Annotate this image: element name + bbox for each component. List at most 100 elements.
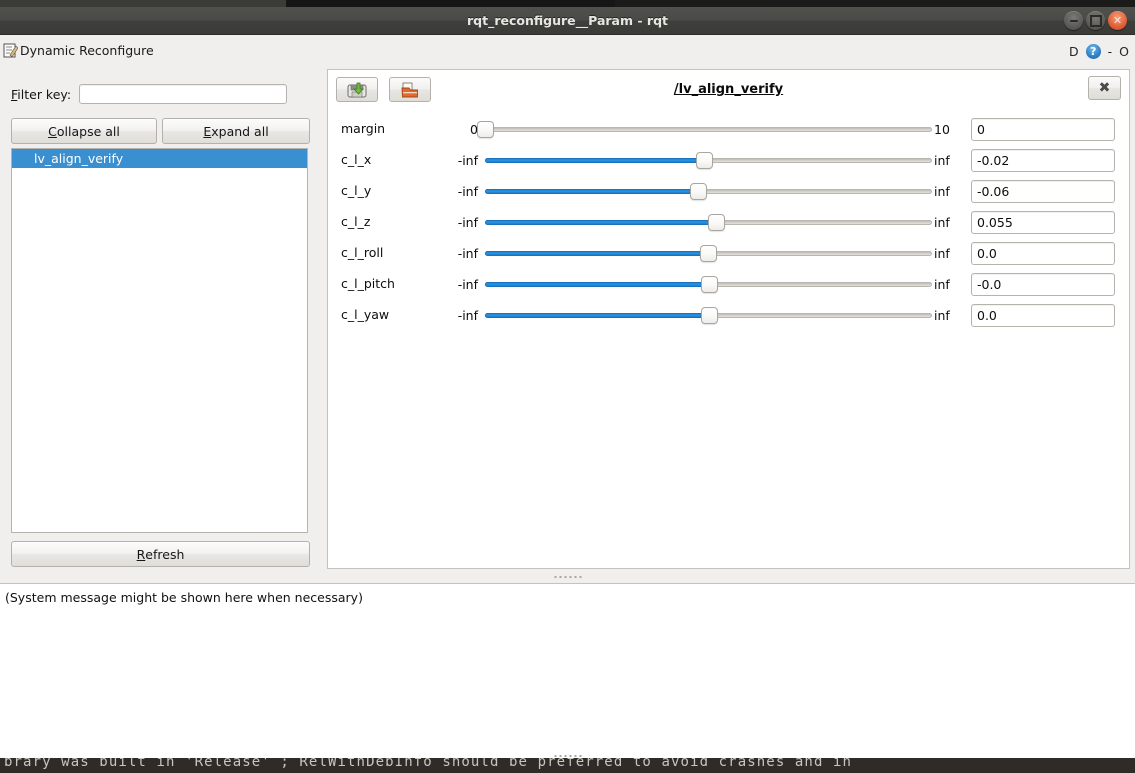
- expand-all-button[interactable]: Expand all: [162, 118, 310, 144]
- parameter-row: margin 0 10 0: [328, 114, 1129, 145]
- slider-handle[interactable]: [690, 183, 708, 200]
- parameter-name-label: c_l_x: [341, 152, 372, 167]
- widget-title-group: Dynamic Reconfigure: [3, 43, 154, 58]
- slider-handle[interactable]: [708, 214, 726, 231]
- status-area: (System message might be shown here when…: [0, 583, 1135, 766]
- parameter-name-label: c_l_pitch: [341, 276, 395, 291]
- status-message: (System message might be shown here when…: [5, 590, 363, 605]
- parameter-min-label: -inf: [457, 308, 478, 323]
- slider-handle[interactable]: [477, 121, 495, 138]
- tree-item-lv-align-verify[interactable]: lv_align_verify: [12, 149, 307, 168]
- parameter-slider[interactable]: [485, 145, 932, 176]
- close-button[interactable]: ✕: [1108, 11, 1127, 30]
- window-titlebar[interactable]: rqt_reconfigure__Param - rqt ✕: [0, 7, 1135, 35]
- parameter-max-label: inf: [934, 215, 950, 230]
- slider-handle[interactable]: [700, 307, 718, 324]
- parameter-value-input[interactable]: 0.055: [971, 211, 1115, 234]
- maximize-button[interactable]: [1086, 11, 1105, 30]
- minimize-button[interactable]: [1064, 11, 1083, 30]
- slider-fill: [485, 220, 717, 225]
- screen: rqt_reconfigure__Param - rqt ✕ Dynamic R…: [0, 0, 1135, 773]
- parameter-min-label: -inf: [457, 153, 478, 168]
- parameter-value-input[interactable]: -0.06: [971, 180, 1115, 203]
- panel-splitter[interactable]: [0, 572, 1135, 583]
- parameter-min-label: -inf: [457, 215, 478, 230]
- node-tree-list[interactable]: lv_align_verify: [11, 148, 308, 533]
- tree-action-buttons: Collapse all Expand all: [11, 118, 310, 144]
- slider-fill: [485, 189, 699, 194]
- parameter-name-label: margin: [341, 121, 386, 136]
- parameter-max-label: 10: [934, 122, 950, 137]
- filter-key-label: Filter key:: [11, 86, 72, 102]
- sidebar-panel: Filter key: Collapse all Expand all lv_a…: [4, 69, 317, 569]
- parameter-min-label: 0: [470, 122, 478, 137]
- application-window: rqt_reconfigure__Param - rqt ✕ Dynamic R…: [0, 7, 1135, 766]
- parameter-name-label: c_l_roll: [341, 245, 384, 260]
- window-controls: ✕: [1064, 11, 1127, 30]
- pencil-icon: [3, 43, 19, 58]
- maximize-icon: [1086, 11, 1105, 30]
- parameter-value-input[interactable]: 0.0: [971, 242, 1115, 265]
- slider-fill: [485, 251, 709, 256]
- widget-minimize-button[interactable]: -: [1108, 44, 1113, 59]
- parameter-row: c_l_y -inf inf -0.06: [328, 176, 1129, 207]
- parameter-row: c_l_yaw -inf inf 0.0: [328, 300, 1129, 331]
- widget-close-button[interactable]: O: [1119, 44, 1129, 59]
- minimize-icon: [1064, 11, 1083, 30]
- panel-close-button[interactable]: ✖: [1088, 76, 1121, 100]
- parameter-slider[interactable]: [485, 176, 932, 207]
- parameter-max-label: inf: [934, 153, 950, 168]
- close-icon: ✕: [1112, 14, 1123, 27]
- parameter-value-input[interactable]: -0.02: [971, 149, 1115, 172]
- widget-header: Dynamic Reconfigure D ? - O: [0, 41, 1135, 65]
- slider-fill: [485, 313, 709, 318]
- parameter-slider[interactable]: [485, 238, 932, 269]
- parameter-slider[interactable]: [477, 114, 932, 145]
- slider-handle[interactable]: [700, 276, 718, 293]
- parameter-min-label: -inf: [457, 246, 478, 261]
- parameter-min-label: -inf: [457, 277, 478, 292]
- parameter-row: c_l_roll -inf inf 0.0: [328, 238, 1129, 269]
- parameter-row: c_l_z -inf inf 0.055: [328, 207, 1129, 238]
- terminal-text-line: brary was built in 'Release' ; RelWithDe…: [4, 758, 853, 770]
- parameter-name-label: c_l_yaw: [341, 307, 390, 322]
- widget-controls: D ? - O: [1069, 44, 1129, 59]
- parameter-slider[interactable]: [485, 207, 932, 238]
- filter-key-input[interactable]: [79, 84, 288, 104]
- slider-handle[interactable]: [696, 152, 714, 169]
- parameter-slider[interactable]: [485, 269, 932, 300]
- parameter-slider[interactable]: [485, 300, 932, 331]
- help-icon[interactable]: ?: [1085, 44, 1101, 59]
- parameter-value-input[interactable]: -0.0: [971, 273, 1115, 296]
- splitter-grip: [554, 576, 581, 578]
- slider-fill: [485, 158, 705, 163]
- parameter-row: c_l_x -inf inf -0.02: [328, 145, 1129, 176]
- collapse-all-button[interactable]: Collapse all: [11, 118, 157, 144]
- slider-fill: [485, 282, 709, 287]
- parameter-name-label: c_l_y: [341, 183, 372, 198]
- parameter-max-label: inf: [934, 184, 950, 199]
- slider-track[interactable]: [485, 127, 932, 132]
- parameter-max-label: inf: [934, 277, 950, 292]
- window-title: rqt_reconfigure__Param - rqt: [467, 13, 668, 28]
- desktop-background-right: [615, 0, 1135, 7]
- parameter-rows: margin 0 10 0 c_l_x -inf inf -0.02 c_l_y -inf inf -…: [328, 114, 1129, 331]
- dock-button[interactable]: D: [1069, 44, 1079, 59]
- refresh-button[interactable]: Refresh: [11, 541, 310, 567]
- widget-title-label: Dynamic Reconfigure: [20, 43, 154, 58]
- bottom-splitter-grip[interactable]: [554, 755, 581, 757]
- parameter-max-label: inf: [934, 308, 950, 323]
- slider-handle[interactable]: [700, 245, 718, 262]
- parameter-value-input[interactable]: 0: [971, 118, 1115, 141]
- parameter-name-label: c_l_z: [341, 214, 371, 229]
- parameter-value-input[interactable]: 0.0: [971, 304, 1115, 327]
- refresh-button-wrapper: Refresh: [11, 541, 310, 567]
- parameter-panel: /lv_align_verify ✖ margin 0 10 0 c_l_x -inf in…: [327, 69, 1130, 569]
- parameter-toolbar: /lv_align_verify ✖: [328, 70, 1129, 108]
- desktop-background-middle: [286, 0, 615, 7]
- desktop-background-left: [0, 0, 286, 7]
- background-terminal: brary was built in 'Release' ; RelWithDe…: [0, 758, 1135, 773]
- parameter-row: c_l_pitch -inf inf -0.0: [328, 269, 1129, 300]
- parameter-min-label: -inf: [457, 184, 478, 199]
- filter-row: Filter key:: [11, 84, 288, 104]
